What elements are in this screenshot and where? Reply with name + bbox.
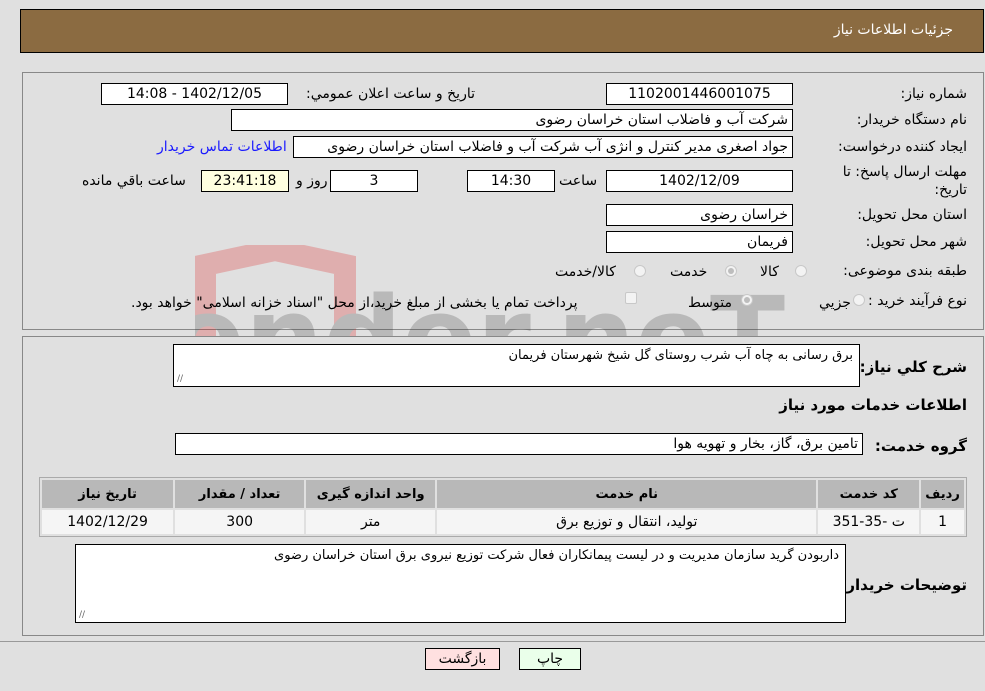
buyer-org-field[interactable]: شرکت آب و فاضلاب استان خراسان رضوی — [231, 109, 793, 131]
print-button[interactable]: چاپ — [519, 648, 581, 670]
services-table-header: ردیف کد خدمت نام خدمت واحد اندازه گیری ت… — [42, 480, 964, 508]
remaining-days-field[interactable]: 3 — [330, 170, 418, 192]
col-header-quantity: تعداد / مقدار — [175, 480, 305, 508]
summary-label: شرح کلي نیاز: — [859, 358, 967, 376]
back-button[interactable]: بازگشت — [425, 648, 500, 670]
deadline-label-line1: مهلت ارسال پاسخ: تا — [842, 164, 967, 180]
requester-label: ایجاد کننده درخواست: — [838, 139, 967, 155]
delivery-province-label: استان محل تحویل: — [857, 207, 967, 223]
services-heading: اطلاعات خدمات مورد نیاز — [779, 396, 967, 414]
delivery-city-label: شهر محل تحویل: — [865, 234, 967, 250]
requester-field[interactable]: جواد اصغری مدیر کنترل و انژی آب شرکت آب … — [293, 136, 793, 158]
cell-row-number: 1 — [921, 510, 964, 534]
page-header: جزئیات اطلاعات نیاز — [20, 9, 984, 53]
cell-quantity: 300 — [175, 510, 305, 534]
deadline-time-field[interactable]: 14:30 — [467, 170, 555, 192]
resize-grip-icon[interactable]: ∕∕ — [79, 610, 85, 620]
delivery-province-field[interactable]: خراسان رضوی — [606, 204, 793, 226]
treasury-checkbox[interactable] — [625, 292, 637, 304]
cell-need-date: 1402/12/29 — [42, 510, 174, 534]
announce-datetime-field[interactable]: 1402/12/05 - 14:08 — [101, 83, 288, 105]
cell-service-code: ت -35-351 — [818, 510, 920, 534]
category-label: طبقه بندی موضوعی: — [843, 263, 967, 279]
summary-text: برق رسانی به چاه آب شرب روستای گل شیخ شه… — [508, 348, 854, 363]
services-table: ردیف کد خدمت نام خدمت واحد اندازه گیری ت… — [39, 477, 967, 537]
buyer-contact-link[interactable]: اطلاعات تماس خریدار — [157, 139, 287, 155]
announce-datetime-label: تاریخ و ساعت اعلان عمومي: — [306, 86, 475, 102]
category-option-goods: کالا — [760, 264, 779, 280]
col-header-service-name: نام خدمت — [437, 480, 817, 508]
remaining-time-field: 23:41:18 — [201, 170, 289, 192]
col-header-unit: واحد اندازه گیری — [306, 480, 436, 508]
delivery-city-field[interactable]: فریمان — [606, 231, 793, 253]
cell-unit: متر — [306, 510, 436, 534]
buyer-notes-label: توضیحات خریدار: — [840, 576, 967, 594]
col-header-row: ردیف — [921, 480, 964, 508]
cell-service-name: تولید، انتقال و توزیع برق — [437, 510, 817, 534]
page-title: جزئیات اطلاعات نیاز — [833, 22, 953, 38]
purchase-radio-minor[interactable] — [853, 294, 865, 306]
buyer-notes-textarea[interactable]: داربودن گرید سازمان مدیریت و در لیست پیم… — [75, 544, 846, 623]
col-header-service-code: کد خدمت — [818, 480, 920, 508]
summary-textarea[interactable]: برق رسانی به چاه آب شرب روستای گل شیخ شه… — [173, 344, 860, 387]
remaining-days-label: روز و — [296, 173, 328, 189]
category-radio-service[interactable] — [725, 265, 737, 277]
deadline-date-field[interactable]: 1402/12/09 — [606, 170, 793, 192]
purchase-option-medium: متوسط — [688, 295, 732, 311]
need-number-field[interactable]: 1102001446001075 — [606, 83, 793, 105]
category-option-service: خدمت — [670, 264, 708, 280]
purchase-radio-medium[interactable] — [741, 294, 753, 306]
resize-grip-icon[interactable]: ∕∕ — [177, 374, 183, 384]
need-number-label: شماره نیاز: — [900, 86, 968, 102]
category-radio-goods[interactable] — [795, 265, 807, 277]
service-group-label: گروه خدمت: — [874, 437, 967, 455]
deadline-time-label: ساعت — [559, 173, 598, 189]
buyer-notes-text: داربودن گرید سازمان مدیریت و در لیست پیم… — [274, 548, 839, 563]
col-header-need-date: تاریخ نیاز — [42, 480, 174, 508]
buyer-org-label: نام دستگاه خریدار: — [856, 112, 967, 128]
service-group-field[interactable]: تامین برق، گاز، بخار و تهویه هوا — [175, 433, 863, 455]
table-row: 1 ت -35-351 تولید، انتقال و توزیع برق مت… — [42, 510, 964, 534]
deadline-label-line2: تاریخ: — [934, 182, 967, 198]
purchase-type-label: نوع فرآیند خرید : — [868, 293, 967, 309]
treasury-checkbox-label: پرداخت تمام یا بخشی از مبلغ خرید،از محل … — [131, 295, 578, 311]
remaining-time-label: ساعت باقي مانده — [82, 173, 186, 189]
category-radio-goods-service[interactable] — [634, 265, 646, 277]
footer-divider — [0, 641, 985, 642]
category-option-goods-service: کالا/خدمت — [555, 264, 616, 280]
purchase-option-minor: جزيي — [819, 295, 851, 311]
